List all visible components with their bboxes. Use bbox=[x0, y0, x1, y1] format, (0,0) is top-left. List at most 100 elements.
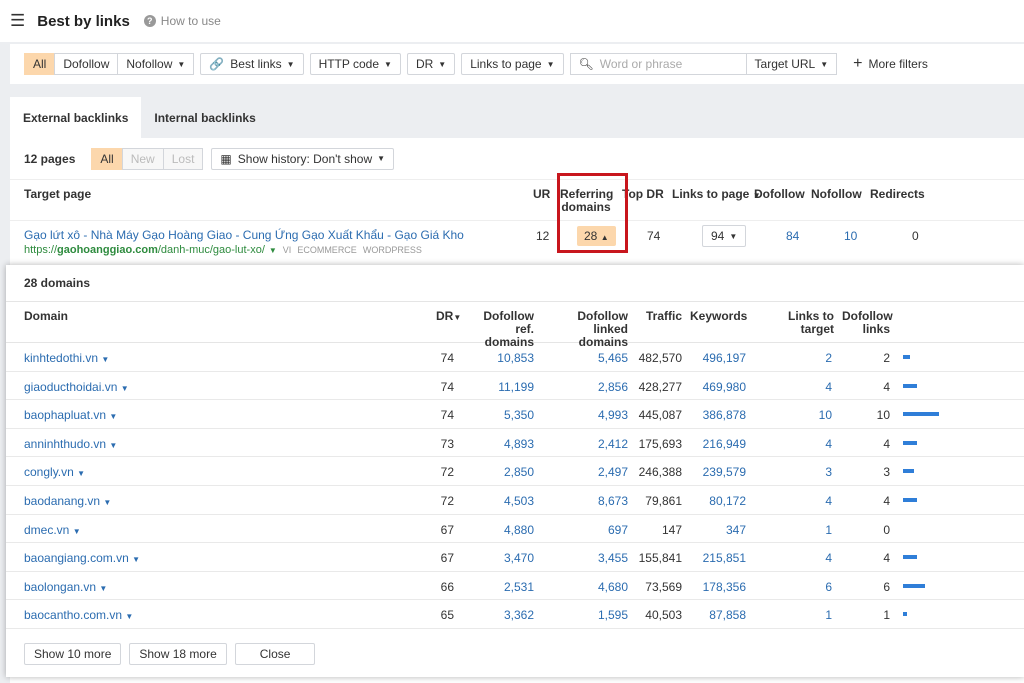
caret-down-icon[interactable]: ▼ bbox=[99, 584, 107, 593]
caret-down-icon[interactable]: ▼ bbox=[103, 498, 111, 507]
dlinked-value[interactable]: 2,497 bbox=[544, 465, 628, 479]
ltt-value[interactable]: 4 bbox=[766, 437, 832, 451]
dofollow-value[interactable]: 84 bbox=[786, 229, 799, 243]
domain-link[interactable]: baocantho.com.vn ▼ bbox=[24, 608, 133, 622]
dref-value[interactable]: 3,470 bbox=[466, 551, 534, 565]
caret-down-icon[interactable]: ▼ bbox=[121, 384, 129, 393]
tab-external-backlinks[interactable]: External backlinks bbox=[10, 97, 142, 139]
more-filters-button[interactable]: + More filters bbox=[853, 55, 928, 73]
ltt-value[interactable]: 4 bbox=[766, 551, 832, 565]
target-url-dropdown[interactable]: Target URL ▼ bbox=[745, 54, 837, 74]
filter-nofollow[interactable]: Nofollow ▼ bbox=[117, 53, 195, 75]
close-button[interactable]: Close bbox=[234, 643, 316, 665]
caret-down-icon[interactable]: ▼ bbox=[77, 469, 85, 478]
ltt-value[interactable]: 4 bbox=[766, 380, 832, 394]
dref-value[interactable]: 4,503 bbox=[466, 494, 534, 508]
show-10-more-button[interactable]: Show 10 more bbox=[24, 643, 122, 665]
col-redirects[interactable]: Redirects bbox=[870, 188, 925, 201]
dref-value[interactable]: 11,199 bbox=[466, 380, 534, 394]
page-url[interactable]: https://gaohoanggiao.com/danh-muc/gao-lu… bbox=[24, 244, 422, 256]
best-links-dropdown[interactable]: 🔗 Best links ▼ bbox=[200, 53, 304, 75]
dref-value[interactable]: 4,880 bbox=[466, 523, 534, 537]
ltt-value[interactable]: 10 bbox=[766, 408, 832, 422]
ltt-value[interactable]: 1 bbox=[766, 523, 832, 537]
caret-down-icon[interactable]: ▼ bbox=[73, 527, 81, 536]
domain-link[interactable]: baodanang.vn ▼ bbox=[24, 494, 111, 508]
caret-down-icon[interactable]: ▼ bbox=[101, 355, 109, 364]
col-top-dr[interactable]: Top DR bbox=[622, 188, 664, 201]
keywords-value[interactable]: 216,949 bbox=[686, 437, 746, 451]
dlinked-value[interactable]: 2,412 bbox=[544, 437, 628, 451]
domain-link[interactable]: dmec.vn ▼ bbox=[24, 523, 81, 537]
col-keywords[interactable]: Keywords bbox=[690, 310, 747, 323]
keywords-value[interactable]: 215,851 bbox=[686, 551, 746, 565]
page-title-link[interactable]: Gạo lứt xô - Nhà Máy Gạo Hoàng Giao - Cu… bbox=[24, 228, 464, 242]
dref-value[interactable]: 2,850 bbox=[466, 465, 534, 479]
ltt-value[interactable]: 1 bbox=[766, 608, 832, 622]
col-dofollow[interactable]: Dofollow bbox=[754, 188, 805, 201]
dlinked-value[interactable]: 8,673 bbox=[544, 494, 628, 508]
http-code-dropdown[interactable]: HTTP code ▼ bbox=[309, 53, 401, 75]
keywords-value[interactable]: 87,858 bbox=[686, 608, 746, 622]
filter-dofollow[interactable]: Dofollow bbox=[54, 53, 119, 75]
col-links-to-target[interactable]: Links to target bbox=[756, 310, 834, 336]
show-history-dropdown[interactable]: ▦ Show history: Don't show ▼ bbox=[211, 147, 395, 170]
filter-all[interactable]: All bbox=[24, 53, 56, 75]
keywords-value[interactable]: 347 bbox=[686, 523, 746, 537]
dref-value[interactable]: 5,350 bbox=[466, 408, 534, 422]
dref-value[interactable]: 3,362 bbox=[466, 608, 534, 622]
dref-value[interactable]: 10,853 bbox=[466, 351, 534, 365]
dlinked-value[interactable]: 5,465 bbox=[544, 351, 628, 365]
domain-link[interactable]: giaoducthoidai.vn ▼ bbox=[24, 380, 129, 394]
dref-value[interactable]: 2,531 bbox=[466, 580, 534, 594]
col-dr[interactable]: DR▼ bbox=[436, 310, 461, 324]
keywords-value[interactable]: 239,579 bbox=[686, 465, 746, 479]
segment-lost[interactable]: Lost bbox=[162, 147, 204, 170]
dlinked-value[interactable]: 697 bbox=[544, 523, 628, 537]
ltt-value[interactable]: 2 bbox=[766, 351, 832, 365]
col-links-to-page[interactable]: Links to page ▼ bbox=[672, 188, 761, 202]
segment-new[interactable]: New bbox=[121, 147, 164, 170]
tab-internal-backlinks[interactable]: Internal backlinks bbox=[141, 97, 268, 139]
dref-value[interactable]: 4,893 bbox=[466, 437, 534, 451]
how-to-use-link[interactable]: ? How to use bbox=[143, 14, 221, 28]
col-traffic[interactable]: Traffic bbox=[636, 310, 682, 323]
dlinked-value[interactable]: 1,595 bbox=[544, 608, 628, 622]
dlinked-value[interactable]: 4,680 bbox=[544, 580, 628, 594]
keywords-value[interactable]: 178,356 bbox=[686, 580, 746, 594]
col-nofollow[interactable]: Nofollow bbox=[811, 188, 862, 201]
caret-down-icon[interactable]: ▼ bbox=[132, 555, 140, 564]
links-to-page-dropdown[interactable]: 94 ▼ bbox=[702, 225, 747, 247]
col-dofollow-links[interactable]: Dofollow links bbox=[842, 310, 893, 336]
ltt-value[interactable]: 3 bbox=[766, 465, 832, 479]
caret-down-icon[interactable]: ▼ bbox=[109, 441, 117, 450]
dlinked-value[interactable]: 4,993 bbox=[544, 408, 628, 422]
links-to-page-dropdown[interactable]: Links to page ▼ bbox=[461, 53, 564, 75]
domain-link[interactable]: congly.vn ▼ bbox=[24, 465, 85, 479]
col-domain[interactable]: Domain bbox=[24, 310, 68, 323]
show-18-more-button[interactable]: Show 18 more bbox=[129, 643, 227, 665]
ltt-value[interactable]: 4 bbox=[766, 494, 832, 508]
caret-down-icon[interactable]: ▼ bbox=[125, 612, 133, 621]
col-ur[interactable]: UR bbox=[533, 188, 550, 201]
col-target-page[interactable]: Target page bbox=[24, 188, 91, 201]
keywords-value[interactable]: 80,172 bbox=[686, 494, 746, 508]
dlinked-value[interactable]: 3,455 bbox=[544, 551, 628, 565]
keywords-value[interactable]: 469,980 bbox=[686, 380, 746, 394]
keywords-value[interactable]: 386,878 bbox=[686, 408, 746, 422]
domain-link[interactable]: baophapluat.vn ▼ bbox=[24, 408, 117, 422]
caret-down-icon[interactable]: ▼ bbox=[109, 412, 117, 421]
menu-icon[interactable]: ☰ bbox=[10, 11, 25, 31]
dlinked-value[interactable]: 2,856 bbox=[544, 380, 628, 394]
caret-down-icon[interactable]: ▼ bbox=[269, 246, 277, 255]
keywords-value[interactable]: 496,197 bbox=[686, 351, 746, 365]
dr-dropdown[interactable]: DR ▼ bbox=[406, 53, 456, 75]
nofollow-value[interactable]: 10 bbox=[844, 229, 857, 243]
domain-link[interactable]: kinhtedothi.vn ▼ bbox=[24, 351, 109, 365]
domain-link[interactable]: anninhthudo.vn ▼ bbox=[24, 437, 117, 451]
search-input[interactable]: 🔍︎ Word or phrase bbox=[571, 54, 746, 74]
domain-link[interactable]: baolongan.vn ▼ bbox=[24, 580, 107, 594]
segment-all[interactable]: All bbox=[91, 147, 123, 170]
ltt-value[interactable]: 6 bbox=[766, 580, 832, 594]
domain-link[interactable]: baoangiang.com.vn ▼ bbox=[24, 551, 140, 565]
